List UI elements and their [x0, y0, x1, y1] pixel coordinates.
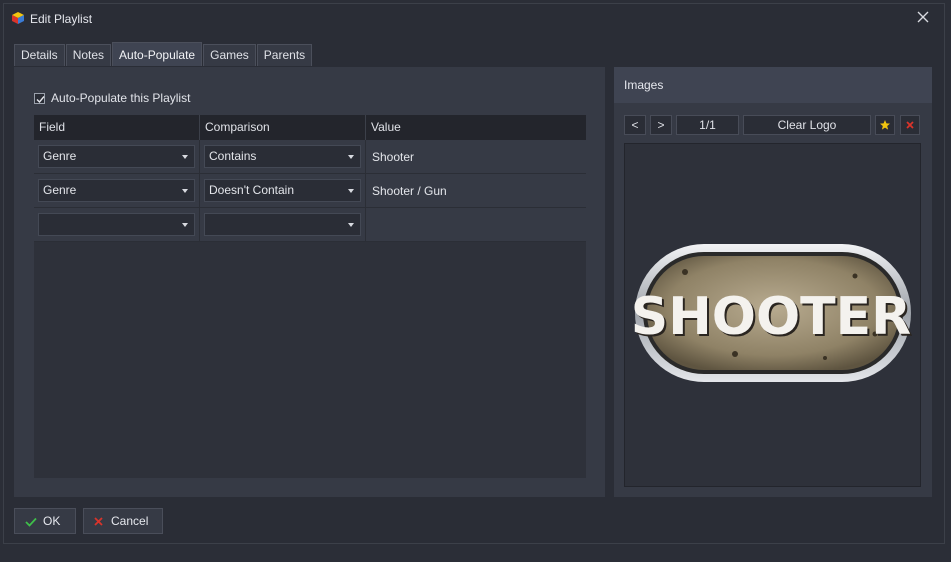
field-cell — [34, 208, 200, 241]
table-row: Genre Contains Shooter — [34, 140, 586, 174]
cancel-label: Cancel — [111, 514, 149, 528]
window-title: Edit Playlist — [30, 12, 93, 26]
comparison-dropdown[interactable]: Contains — [204, 145, 361, 168]
comparison-cell — [200, 208, 366, 241]
app-cube-icon — [12, 12, 24, 24]
comparison-cell: Contains — [200, 140, 366, 173]
field-cell: Genre — [34, 174, 200, 207]
ok-label: OK — [43, 514, 61, 528]
next-image-button[interactable]: > — [650, 115, 672, 135]
checkmark-icon — [25, 517, 37, 527]
field-dropdown[interactable]: Genre — [38, 145, 195, 168]
auto-populate-label: Auto-Populate this Playlist — [51, 91, 191, 105]
images-panel: Images < > 1/1 Clear Logo SHOOTER SHOOTE… — [614, 67, 932, 497]
add-star-icon — [880, 120, 890, 130]
logo-text: SHOOTER — [631, 287, 911, 347]
comparison-dropdown-value: Doesn't Contain — [209, 183, 295, 197]
field-dropdown[interactable] — [38, 213, 195, 236]
rules-grid: Field Comparison Value Genre Contains Sh… — [34, 115, 586, 478]
dropdown-arrow-icon — [348, 223, 354, 227]
comparison-dropdown[interactable] — [204, 213, 361, 236]
delete-image-button[interactable] — [900, 115, 920, 135]
column-header-value[interactable]: Value — [366, 115, 586, 140]
comparison-dropdown-value: Contains — [209, 149, 257, 163]
cancel-x-icon — [94, 517, 103, 526]
images-header: Images — [614, 67, 932, 103]
table-row — [34, 208, 586, 242]
tab-strip: Details Notes Auto-Populate Games Parent… — [14, 42, 313, 66]
auto-populate-panel: Auto-Populate this Playlist Field Compar… — [14, 67, 605, 497]
add-image-button[interactable] — [875, 115, 895, 135]
tab-details[interactable]: Details — [14, 44, 65, 66]
comparison-dropdown[interactable]: Doesn't Contain — [204, 179, 361, 202]
value-cell[interactable]: Shooter / Gun — [366, 174, 586, 207]
previous-image-button[interactable]: < — [624, 115, 646, 135]
checkmark-icon — [36, 95, 45, 103]
shooter-logo: SHOOTER SHOOTER — [631, 244, 913, 382]
edit-playlist-window: Edit Playlist Details Notes Auto-Populat… — [3, 3, 945, 544]
table-row: Genre Doesn't Contain Shooter / Gun — [34, 174, 586, 208]
comparison-cell: Doesn't Contain — [200, 174, 366, 207]
value-cell[interactable] — [366, 208, 586, 241]
column-header-comparison[interactable]: Comparison — [200, 115, 366, 140]
dropdown-arrow-icon — [182, 223, 188, 227]
tab-notes[interactable]: Notes — [65, 44, 112, 66]
cancel-button[interactable]: Cancel — [83, 508, 163, 534]
dropdown-arrow-icon — [182, 155, 188, 159]
tab-auto-populate[interactable]: Auto-Populate — [112, 42, 203, 66]
title-bar: Edit Playlist — [4, 4, 944, 32]
field-dropdown-value: Genre — [43, 149, 77, 163]
image-preview: SHOOTER SHOOTER — [624, 143, 921, 487]
field-dropdown[interactable]: Genre — [38, 179, 195, 202]
ok-button[interactable]: OK — [14, 508, 76, 534]
dropdown-arrow-icon — [348, 189, 354, 193]
field-dropdown-value: Genre — [43, 183, 77, 197]
tab-games[interactable]: Games — [203, 44, 256, 66]
auto-populate-checkbox-row[interactable]: Auto-Populate this Playlist — [34, 91, 190, 105]
clear-logo-button[interactable]: Clear Logo — [743, 115, 871, 135]
auto-populate-checkbox[interactable] — [34, 92, 45, 104]
value-cell[interactable]: Shooter — [366, 140, 586, 173]
dropdown-arrow-icon — [182, 189, 188, 193]
image-counter: 1/1 — [676, 115, 739, 135]
delete-x-icon — [906, 121, 914, 129]
dropdown-arrow-icon — [348, 155, 354, 159]
grid-header: Field Comparison Value — [34, 115, 586, 140]
tab-parents[interactable]: Parents — [256, 44, 313, 66]
close-icon[interactable] — [916, 10, 930, 24]
field-cell: Genre — [34, 140, 200, 173]
column-header-field[interactable]: Field — [34, 115, 200, 140]
